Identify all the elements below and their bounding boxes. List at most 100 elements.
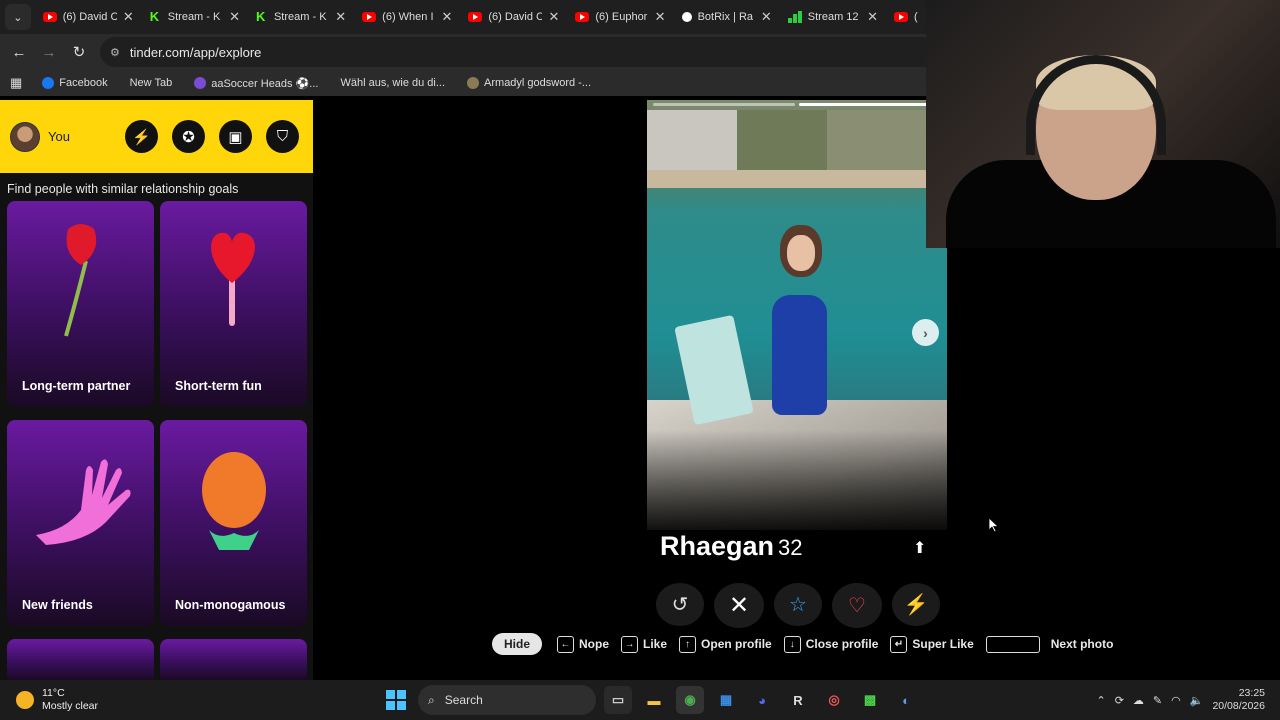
shortcut-like: → Like bbox=[621, 635, 667, 653]
pineapple-icon bbox=[160, 440, 307, 560]
goal-card-partial[interactable] bbox=[7, 639, 154, 680]
wifi-icon[interactable]: ◠ bbox=[1171, 694, 1181, 707]
lightning-icon: ⚡ bbox=[903, 594, 929, 616]
star-icon: ☆ bbox=[789, 594, 807, 616]
browser-tab[interactable]: (6) David C ✕ bbox=[35, 0, 142, 34]
avatar[interactable] bbox=[10, 121, 40, 152]
botrix-icon bbox=[681, 12, 692, 22]
weather-widget[interactable]: 11°C Mostly clear bbox=[16, 687, 376, 713]
photo-subject bbox=[742, 225, 852, 465]
close-tab-icon[interactable]: ✕ bbox=[335, 9, 346, 25]
super-like-button[interactable]: ☆ bbox=[774, 583, 822, 626]
profile-header: You ⚡ ✪ ▣ ⛉ bbox=[0, 100, 313, 173]
pen-icon[interactable]: ✎ bbox=[1153, 694, 1162, 707]
bookmark-waehl-aus[interactable]: Wähl aus, wie du di... bbox=[340, 77, 445, 89]
close-tab-icon[interactable]: ✕ bbox=[123, 9, 134, 25]
user-label[interactable]: You bbox=[48, 129, 70, 144]
file-explorer-icon[interactable]: ▬ bbox=[640, 686, 668, 714]
next-photo-chevron-icon[interactable]: › bbox=[912, 319, 939, 346]
back-icon[interactable]: ← bbox=[4, 44, 34, 61]
photo-progress-indicator bbox=[647, 103, 947, 106]
shortcut-open-profile: ↑ Open profile bbox=[679, 635, 772, 653]
url-text: tinder.com/app/explore bbox=[129, 44, 262, 60]
kick-icon: K bbox=[255, 9, 266, 24]
heart-lollipop-icon bbox=[160, 221, 307, 341]
browser-tab[interactable]: K Stream - K ✕ bbox=[248, 0, 354, 34]
chrome-icon[interactable]: ◉ bbox=[676, 686, 704, 714]
hide-shortcuts-button[interactable]: Hide bbox=[492, 633, 543, 655]
explore-compass-icon[interactable]: ✪ bbox=[172, 120, 205, 153]
url-field[interactable]: ⚙ tinder.com/app/explore bbox=[100, 37, 926, 67]
search-icon: ⌕ bbox=[428, 692, 435, 707]
down-arrow-key-icon: ↓ bbox=[783, 635, 801, 653]
mouse-cursor-icon bbox=[988, 517, 1000, 533]
task-view-icon[interactable]: ▭ bbox=[604, 686, 632, 714]
bookmark-new-tab[interactable]: New Tab bbox=[130, 77, 173, 89]
webcam-overlay bbox=[926, 0, 1280, 248]
goal-card-long-term[interactable]: Long-term partner bbox=[7, 201, 154, 407]
goal-card-non-monogamous[interactable]: Non-monogamous bbox=[160, 420, 307, 626]
rose-icon bbox=[7, 221, 154, 341]
browser-tab[interactable]: Stream 12 ✕ bbox=[780, 0, 886, 34]
goal-card-short-term[interactable]: Short-term fun bbox=[160, 201, 307, 407]
taskbar-search[interactable]: ⌕ Search bbox=[418, 685, 596, 715]
close-tab-icon[interactable]: ✕ bbox=[655, 9, 666, 25]
browser-tab[interactable]: BotRix | Ra ✕ bbox=[674, 0, 780, 34]
close-tab-icon[interactable]: ✕ bbox=[229, 9, 240, 25]
rewind-icon: ↺ bbox=[671, 594, 689, 616]
profile-age: 32 bbox=[778, 535, 803, 560]
briefcase-icon[interactable]: ▣ bbox=[219, 120, 252, 153]
obs-icon[interactable]: ◎ bbox=[820, 686, 848, 714]
tab-search-button[interactable]: ⌄ bbox=[5, 4, 31, 30]
goal-card-partial[interactable] bbox=[160, 639, 307, 680]
left-arrow-key-icon: ← bbox=[557, 635, 575, 653]
like-button[interactable]: ♡ bbox=[832, 583, 882, 628]
shortcut-nope: ← Nope bbox=[557, 635, 609, 653]
close-icon: ✕ bbox=[728, 592, 750, 619]
goal-card-new-friends[interactable]: New friends bbox=[7, 420, 154, 626]
facebook-icon bbox=[42, 77, 55, 89]
browser-tab[interactable]: (6) bbox=[886, 0, 926, 34]
up-arrow-key-icon: ↑ bbox=[679, 635, 697, 653]
browser-tab[interactable]: (6) Euphor ✕ bbox=[567, 0, 673, 34]
cloud-icon[interactable]: ☁ bbox=[1133, 694, 1144, 707]
site-info-icon[interactable]: ⚙ bbox=[110, 46, 120, 59]
close-tab-icon[interactable]: ✕ bbox=[441, 9, 452, 25]
forward-icon[interactable]: → bbox=[34, 44, 64, 61]
youtube-icon bbox=[362, 12, 377, 22]
steam-icon[interactable]: ◐ bbox=[892, 686, 920, 714]
start-button-icon[interactable] bbox=[386, 690, 406, 710]
browser-tab[interactable]: (6) When I ✕ bbox=[354, 0, 460, 34]
boost-icon[interactable]: ⚡ bbox=[125, 120, 158, 153]
bookmark-soccer-heads[interactable]: aaSoccer Heads ⚽... bbox=[194, 77, 318, 90]
safety-shield-icon[interactable]: ⛉ bbox=[266, 120, 299, 153]
browser-tab[interactable]: (6) David C ✕ bbox=[460, 0, 567, 34]
close-tab-icon[interactable]: ✕ bbox=[761, 9, 772, 25]
reload-icon[interactable]: ↻ bbox=[64, 43, 94, 61]
chevron-up-icon[interactable]: ⌃ bbox=[1096, 694, 1105, 707]
discord-icon[interactable]: ◕ bbox=[748, 686, 776, 714]
youtube-icon bbox=[468, 12, 483, 22]
close-tab-icon[interactable]: ✕ bbox=[867, 9, 878, 25]
bookmark-armadyl[interactable]: Armadyl godsword -... bbox=[467, 77, 591, 89]
action-buttons: ↺ ✕ ☆ ♡ ⚡ bbox=[656, 583, 940, 628]
photos-icon[interactable]: ▦ bbox=[712, 686, 740, 714]
open-profile-arrow-icon[interactable]: ⬆ bbox=[913, 538, 926, 558]
volume-icon[interactable]: 🔈 bbox=[1190, 694, 1204, 707]
rewind-button[interactable]: ↺ bbox=[656, 583, 704, 626]
clock[interactable]: 23:25 20/08/2026 bbox=[1212, 687, 1265, 713]
riot-launcher-icon[interactable]: R bbox=[784, 686, 812, 714]
sync-icon[interactable]: ⟳ bbox=[1115, 694, 1124, 707]
browser-tab[interactable]: K Stream - K ✕ bbox=[142, 0, 248, 34]
osrs-icon bbox=[467, 77, 480, 89]
bookmark-facebook[interactable]: Facebook bbox=[42, 77, 108, 89]
minecraft-icon[interactable]: ▩ bbox=[856, 686, 884, 714]
profile-name: Rhaegan 32 bbox=[660, 531, 803, 561]
nope-button[interactable]: ✕ bbox=[714, 583, 764, 628]
boost-button[interactable]: ⚡ bbox=[892, 583, 940, 626]
close-tab-icon[interactable]: ✕ bbox=[548, 9, 559, 25]
right-arrow-key-icon: → bbox=[621, 635, 639, 653]
heart-icon: ♡ bbox=[848, 595, 866, 617]
apps-grid-icon[interactable]: ▦ bbox=[10, 75, 22, 91]
browser-tab-bar: ⌄ (6) David C ✕ K Stream - K ✕ K Stream - K ✕… bbox=[0, 0, 926, 34]
